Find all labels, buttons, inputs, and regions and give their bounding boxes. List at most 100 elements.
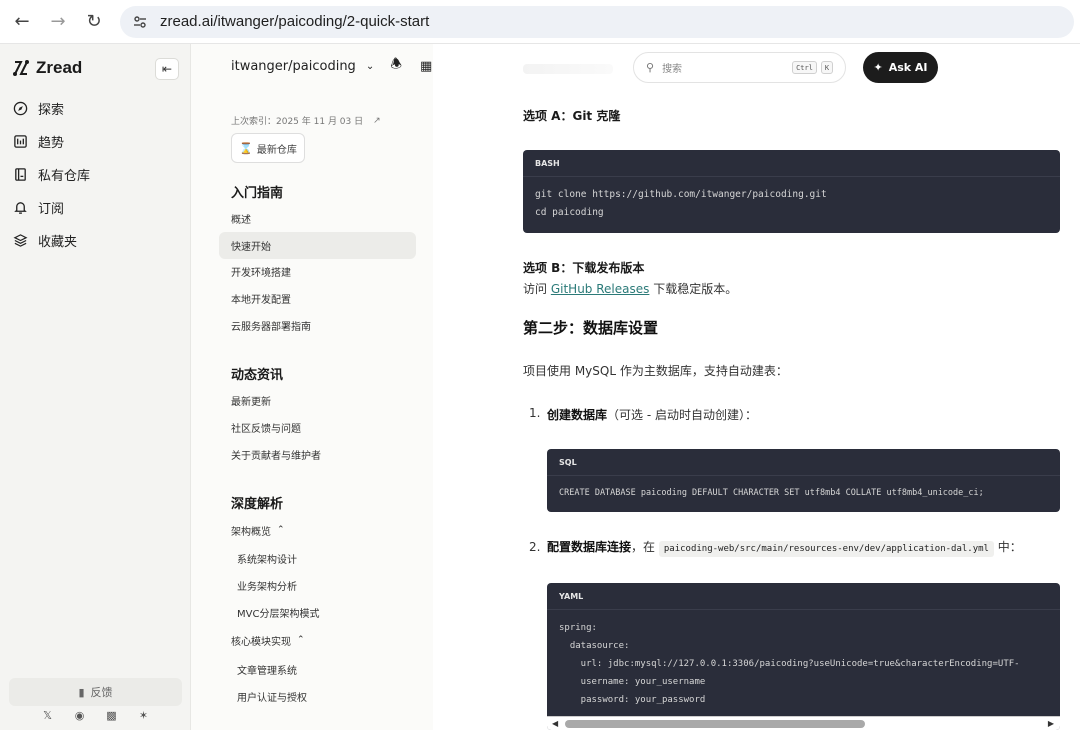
code-body: CREATE DATABASE paicoding DEFAULT CHARAC… [547,476,1060,502]
scroll-left-icon[interactable]: ◀ [552,719,558,728]
nav-label: 趋势 [38,136,65,151]
doc-nav-item-active[interactable]: 快速开始 [219,232,416,259]
collapse-sidebar-button[interactable]: ⇤ [155,58,179,80]
site-settings-icon[interactable] [132,14,148,30]
zread-logo-icon [13,60,29,76]
list-number: 2. [529,540,541,554]
horizontal-scrollbar[interactable]: ◀ ▶ [547,716,1060,730]
feedback-icon: ▮ [78,685,85,699]
doc-nav-item[interactable]: 用户认证与授权 [237,687,307,705]
code-line: username: your_username [559,677,706,687]
list-item-1: 创建数据库（可选 - 启动时自动创建）： [547,406,757,423]
yaml-code-block[interactable]: YAML spring: datasource: url: jdbc:mysql… [547,583,1060,730]
nav-label: 订阅 [38,202,65,217]
group-label: 架构概览 [231,526,271,538]
brand-name: Zread [36,58,83,77]
doc-nav-item[interactable]: 社区反馈与问题 [231,418,301,436]
group-label: 核心模块实现 [231,636,291,648]
code-body: spring: datasource: url: jdbc:mysql://12… [547,610,1060,709]
nav-item-subscriptions[interactable]: 订阅 [0,191,191,224]
hourglass-icon: ⌛ [239,141,253,155]
chevron-up-icon: ⌃ [297,635,305,645]
brand[interactable]: Zread [12,58,82,78]
notification-bell-icon[interactable]: 🕭 [388,57,404,74]
code-line: git clone https://github.com/itwanger/pa… [535,189,827,200]
inline-code-path: paicoding-web/src/main/resources-env/dev… [658,541,994,557]
nav-item-private-repos[interactable]: 私有仓库 [0,158,191,191]
repo-name: itwanger/paicoding [231,58,356,74]
releases-paragraph: 访问 GitHub Releases 下载稳定版本。 [523,280,737,297]
doc-nav-item[interactable]: 最新更新 [231,391,271,409]
x-twitter-icon[interactable]: 𝕏 [41,708,55,722]
feedback-button[interactable]: ▮ 反馈 [9,678,182,706]
doc-nav-item[interactable]: 业务架构分析 [237,576,297,594]
doc-nav-item[interactable]: 关于贡献者与维护者 [231,445,321,463]
search-placeholder: 搜索 [662,64,683,75]
search-input[interactable]: ⚲ 搜索 Ctrl K [633,52,846,83]
code-lang-label: SQL [547,449,1060,476]
kbd-ctrl: Ctrl [792,61,817,74]
scroll-right-icon[interactable]: ▶ [1048,719,1054,728]
visit-prefix: 访问 [523,282,548,296]
doc-nav-item[interactable]: 本地开发配置 [231,289,291,307]
forward-arrow-icon[interactable]: → [46,10,70,34]
latest-repo-button[interactable]: ⌛ 最新仓库 [231,133,305,163]
list-item-bold: 创建数据库 [547,408,608,422]
list-item-mid: ，在 [631,540,656,554]
code-line: datasource: [559,641,630,651]
chevron-down-icon: ⌄ [365,60,375,72]
url-text[interactable]: zread.ai/itwanger/paicoding/2-quick-star… [160,13,429,30]
doc-nav-item[interactable]: 系统架构设计 [237,549,297,567]
app-nav: 探索 趋势 私有仓库 订阅 收藏夹 [0,92,191,257]
doc-nav-group[interactable]: 架构概览 ⌃ [231,521,285,539]
bash-code-block[interactable]: BASH git clone https://github.com/itwang… [523,150,1060,233]
code-lang-label: YAML [547,583,1060,610]
back-arrow-icon[interactable]: ← [10,10,34,34]
step-2-description: 项目使用 MySQL 作为主数据库，支持自动建表： [523,364,788,378]
doc-nav-item[interactable]: 文章管理系统 [237,660,297,678]
doc-nav-group[interactable]: 核心模块实现 ⌃ [231,631,305,649]
nav-item-explore[interactable]: 探索 [0,92,191,125]
nav-label: 私有仓库 [38,169,91,184]
nav-item-trending[interactable]: 趋势 [0,125,191,158]
doc-sidebar: itwanger/paicoding ⌄ 🕭 ▦ 上次索引：2025 年 11 … [191,44,433,730]
list-item-suffix: 中： [997,540,1022,554]
doc-nav-item[interactable]: 云服务器部署指南 [231,316,311,334]
doc-nav-item[interactable]: 概述 [231,209,251,227]
option-b-heading: 选项 B：下载发布版本 [523,261,645,275]
list-item-rest: （可选 - 启动时自动创建）： [607,408,757,422]
list-number: 1. [529,406,541,420]
browser-toolbar: ← → ↻ zread.ai/itwanger/paicoding/2-quic… [0,0,1080,44]
repo-selector[interactable]: itwanger/paicoding ⌄ 🕭 ▦ [231,57,434,74]
address-bar[interactable]: zread.ai/itwanger/paicoding/2-quick-star… [120,5,1074,38]
bookmark-add-icon[interactable]: ▦ [418,58,434,74]
step-2-heading: 第二步：数据库设置 [523,319,659,337]
nav-label: 收藏夹 [38,235,78,250]
last-indexed-text: 上次索引：2025 年 11 月 03 日 [231,117,364,127]
sql-code-block[interactable]: SQL CREATE DATABASE paicoding DEFAULT CH… [547,449,1060,512]
code-body: git clone https://github.com/itwanger/pa… [523,177,1060,222]
trending-icon [12,134,28,150]
external-arrow-icon[interactable]: ↗ [373,116,381,126]
nav-item-favorites[interactable]: 收藏夹 [0,224,191,257]
scrollbar-thumb[interactable] [565,720,865,728]
section-title: 入门指南 [231,186,284,201]
collapse-icon: ⇤ [161,62,173,76]
doc-nav-item[interactable]: MVC分层架构模式 [237,603,319,621]
reload-icon[interactable]: ↻ [82,10,106,34]
code-line: CREATE DATABASE paicoding DEFAULT CHARAC… [559,488,984,498]
section-title: 深度解析 [231,497,284,512]
doc-nav-item[interactable]: 开发环境搭建 [231,262,291,280]
community-badge-icon[interactable]: ▩ [105,708,119,722]
nav-label: 探索 [38,103,65,118]
github-releases-link[interactable]: GitHub Releases [551,282,650,296]
discord-icon[interactable]: ◉ [73,708,87,722]
main-content: ⚲ 搜索 Ctrl K ✦ Ask AI 选项 A：Git 克隆 BASH gi… [433,44,1080,730]
ask-ai-button[interactable]: ✦ Ask AI [863,52,938,83]
bird-icon[interactable]: ✶ [137,708,151,722]
social-links: 𝕏 ◉ ▩ ✶ [0,708,191,722]
list-item-bold: 配置数据库连接 [547,540,632,554]
feedback-label: 反馈 [90,686,113,699]
code-line: password: your_password [559,695,706,705]
code-lang-label: BASH [523,150,1060,177]
